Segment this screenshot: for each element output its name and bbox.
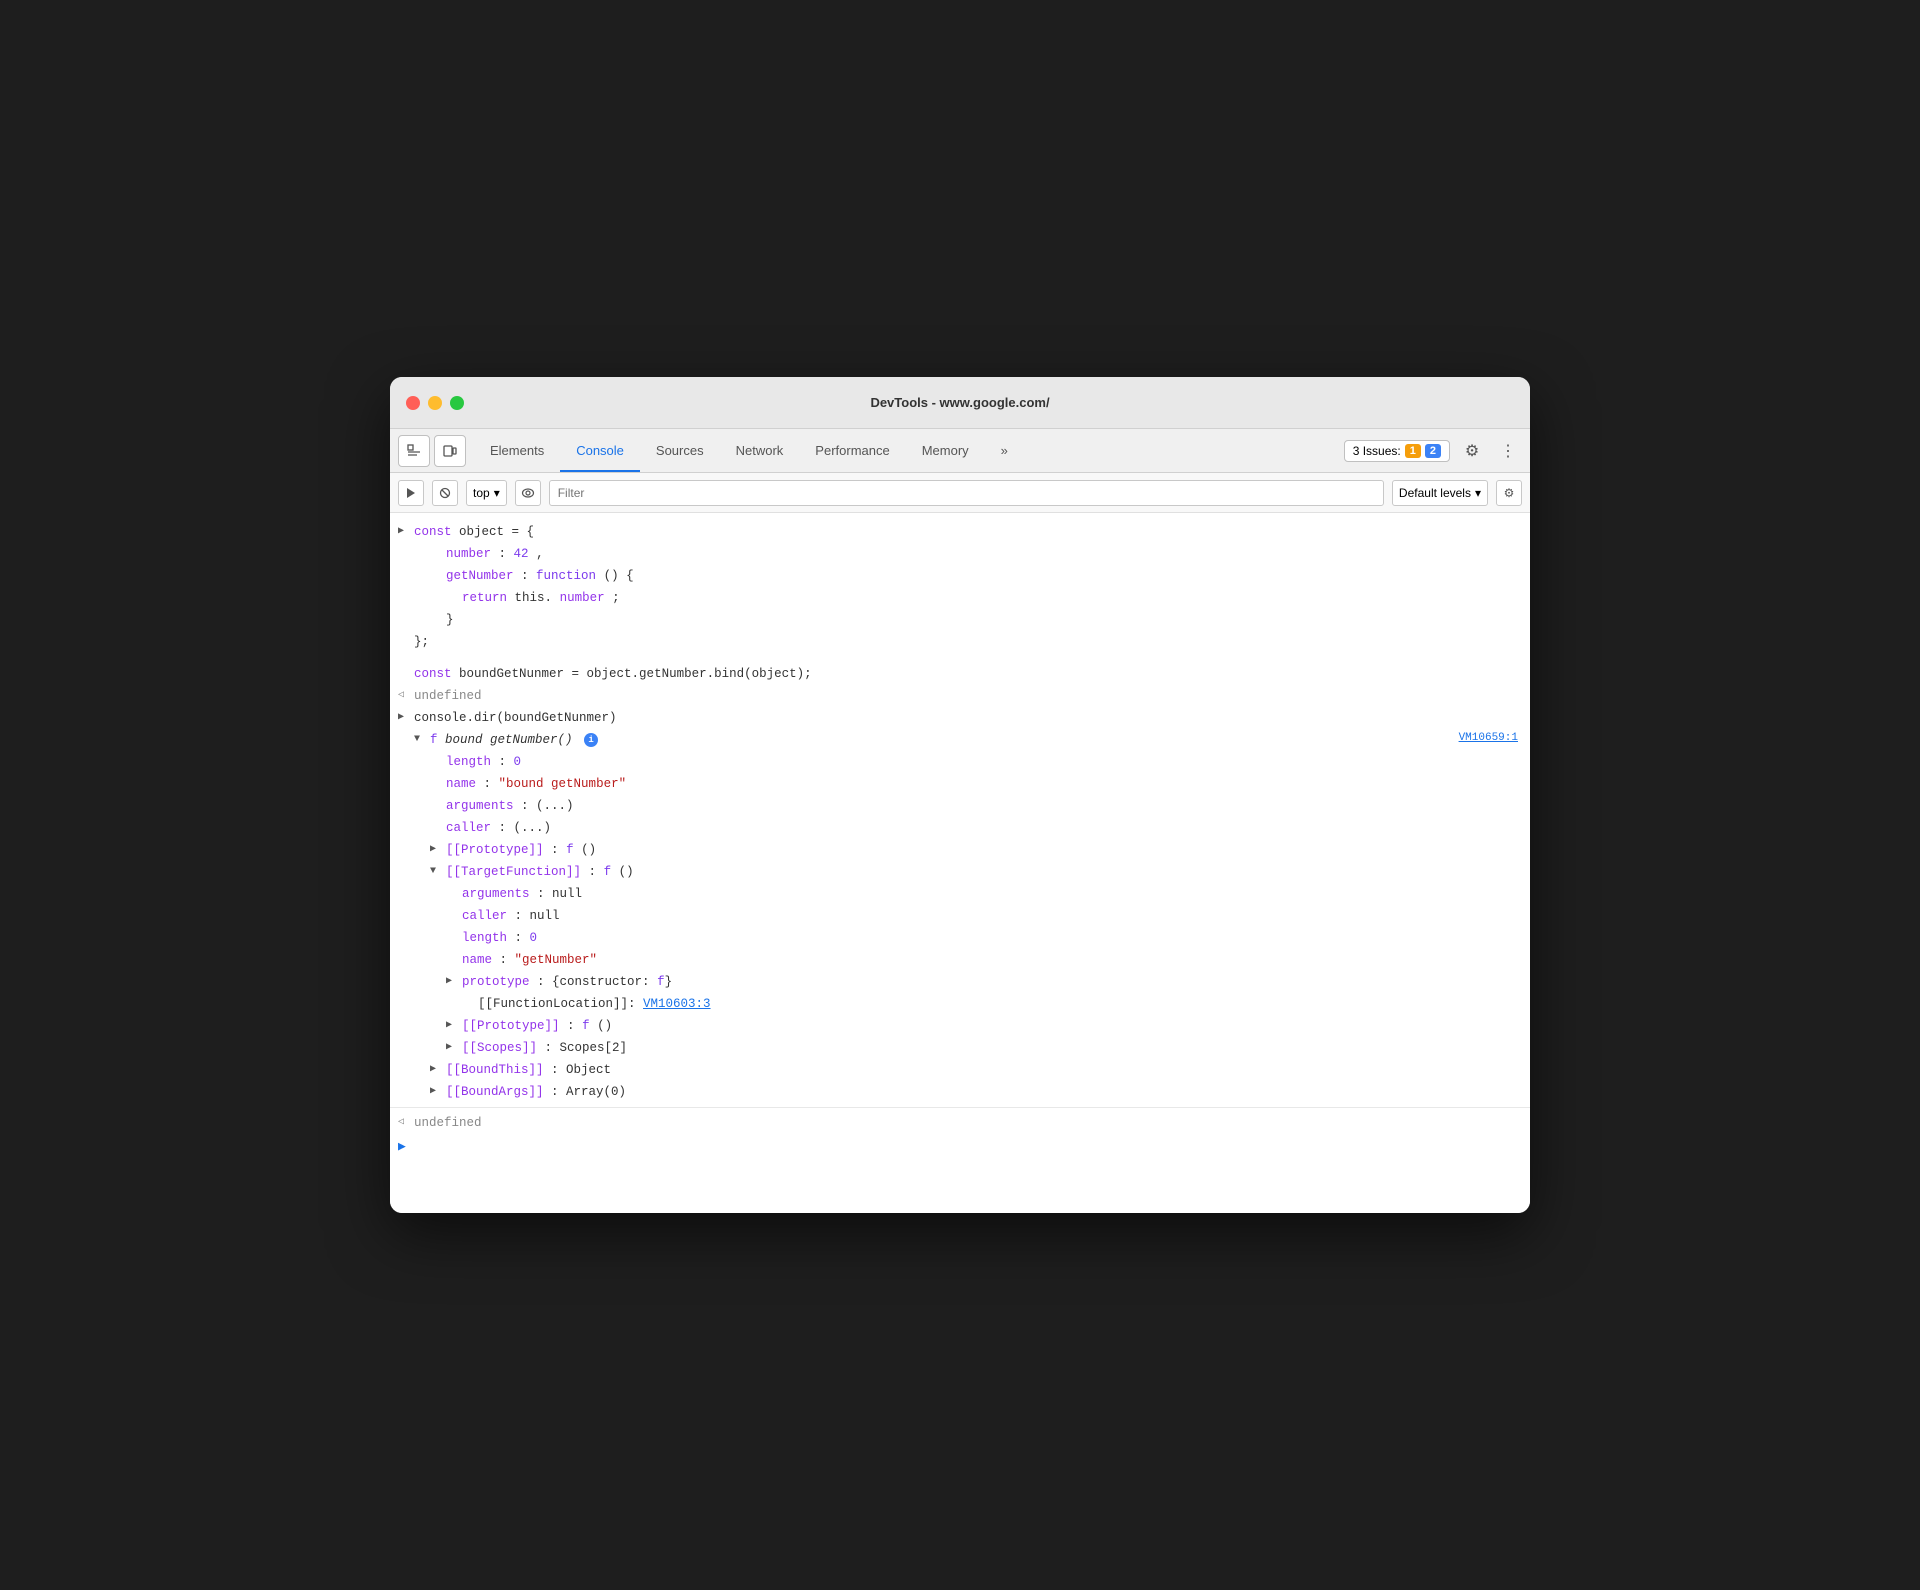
tab-network[interactable]: Network <box>720 429 800 472</box>
vm-ref-link[interactable]: VM10659:1 <box>1459 730 1518 748</box>
dir-targetfn: [[TargetFunction]] : f () <box>422 861 1530 883</box>
settings-button[interactable]: ⚙ <box>1458 437 1486 465</box>
tf-name: name : "getNumber" <box>438 949 1530 971</box>
console-line: number : 42 , <box>422 543 1530 565</box>
fn-location: [[FunctionLocation]]: VM10603:3 <box>454 993 1530 1015</box>
close-button[interactable] <box>406 396 420 410</box>
tab-elements[interactable]: Elements <box>474 429 560 472</box>
dir-caller: caller : (...) <box>422 817 1530 839</box>
eye-button[interactable] <box>515 480 541 506</box>
title-bar: DevTools - www.google.com/ <box>390 377 1530 429</box>
console-undefined: ◁ undefined <box>390 1112 1530 1134</box>
tf-arguments: arguments : null <box>438 883 1530 905</box>
inspector-icon[interactable] <box>398 435 430 467</box>
tab-console[interactable]: Console <box>560 429 640 472</box>
context-selector[interactable]: top ▾ <box>466 480 507 506</box>
expand-icon[interactable] <box>446 1016 462 1036</box>
console-line: const object = { <box>390 521 1530 543</box>
issues-label: 3 Issues: <box>1353 444 1401 458</box>
bound-this: [[BoundThis]] : Object <box>422 1059 1530 1081</box>
console-line: const boundGetNunmer = object.getNumber.… <box>390 663 1530 685</box>
window-title: DevTools - www.google.com/ <box>870 395 1049 410</box>
info-icon[interactable]: i <box>584 733 598 747</box>
console-line: getNumber : function () { <box>422 565 1530 587</box>
device-toolbar-icon[interactable] <box>434 435 466 467</box>
dir-prototype: [[Prototype]] : f () <box>422 839 1530 861</box>
collapse-icon[interactable] <box>430 862 446 882</box>
clear-console-button[interactable] <box>432 480 458 506</box>
nav-bar: Elements Console Sources Network Perform… <box>390 429 1530 473</box>
tab-performance[interactable]: Performance <box>799 429 905 472</box>
console-settings-button[interactable]: ⚙ <box>1496 480 1522 506</box>
maximize-button[interactable] <box>450 396 464 410</box>
spacer <box>390 653 1530 663</box>
minimize-button[interactable] <box>428 396 442 410</box>
expand-icon[interactable] <box>430 1060 446 1080</box>
expand-icon[interactable] <box>398 522 414 542</box>
traffic-lights <box>406 396 464 410</box>
console-line: }; <box>390 631 1530 653</box>
console-line: ◁ undefined <box>390 685 1530 707</box>
console-toolbar: top ▾ Default levels ▾ ⚙ <box>390 473 1530 513</box>
expand-icon[interactable] <box>430 1082 446 1102</box>
collapse-icon[interactable] <box>414 730 430 750</box>
expand-icon[interactable] <box>430 840 446 860</box>
expand-icon[interactable] <box>398 708 414 728</box>
dir-arguments: arguments : (...) <box>422 795 1530 817</box>
console-line: } <box>422 609 1530 631</box>
tf-prototype: prototype : {constructor: f} <box>438 971 1530 993</box>
console-output: const object = { number : 42 , getNumber… <box>390 513 1530 1213</box>
bound-args: [[BoundArgs]] : Array(0) <box>422 1081 1530 1103</box>
execute-button[interactable] <box>398 480 424 506</box>
console-line: return this. number ; <box>438 587 1530 609</box>
tab-more[interactable]: » <box>985 429 1024 472</box>
tf-length: length : 0 <box>438 927 1530 949</box>
info-badge: 2 <box>1425 444 1441 458</box>
more-options-button[interactable]: ⋮ <box>1494 437 1522 465</box>
tab-sources[interactable]: Sources <box>640 429 720 472</box>
devtools-window: DevTools - www.google.com/ Elements <box>390 377 1530 1213</box>
tab-memory[interactable]: Memory <box>906 429 985 472</box>
console-line: console.dir(boundGetNunmer) <box>390 707 1530 729</box>
tf-scopes: [[Scopes]] : Scopes[2] <box>438 1037 1530 1059</box>
expand-icon[interactable] <box>446 972 462 992</box>
tf-prototype2: [[Prototype]] : f () <box>438 1015 1530 1037</box>
dir-output-header: f bound getNumber() i VM10659:1 <box>390 729 1530 751</box>
tf-caller: caller : null <box>438 905 1530 927</box>
log-levels-button[interactable]: Default levels ▾ <box>1392 480 1488 506</box>
fn-location-link[interactable]: VM10603:3 <box>643 997 711 1011</box>
dir-name: name : "bound getNumber" <box>422 773 1530 795</box>
expand-icon[interactable] <box>446 1038 462 1058</box>
console-prompt: ▶ <box>390 1134 1530 1159</box>
nav-right: 3 Issues: 1 2 ⚙ ⋮ <box>1344 437 1522 465</box>
dir-length: length : 0 <box>422 751 1530 773</box>
warn-badge: 1 <box>1405 444 1421 458</box>
filter-input[interactable] <box>549 480 1384 506</box>
nav-icons <box>398 435 466 467</box>
issues-badge[interactable]: 3 Issues: 1 2 <box>1344 440 1450 462</box>
nav-tabs: Elements Console Sources Network Perform… <box>474 429 1024 472</box>
